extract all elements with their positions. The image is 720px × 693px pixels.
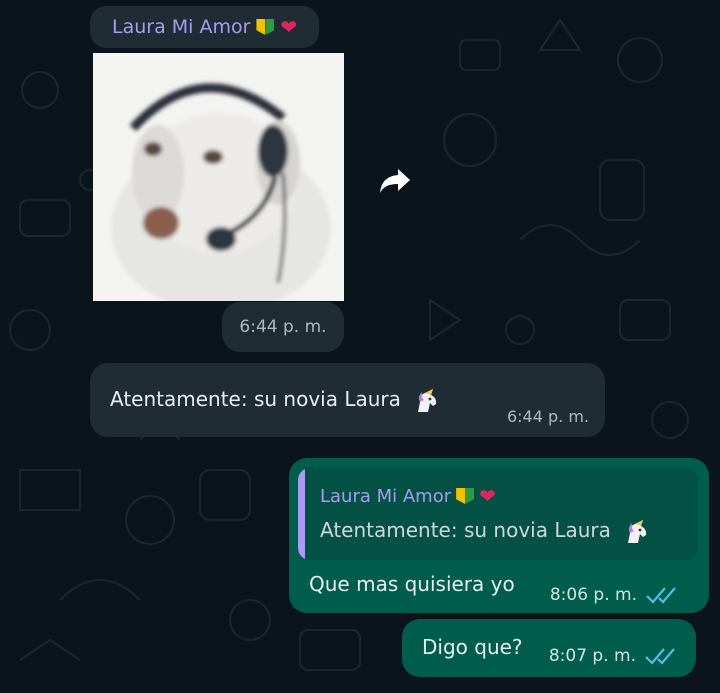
sender-name-label[interactable]: Laura Mi Amor ❤: [90, 6, 320, 48]
unicorn-emoji: [628, 519, 647, 543]
reply-message-text: Que mas quisiera yo: [309, 572, 515, 596]
beginner-emoji: [456, 488, 475, 504]
incoming-message-text: Atentamente: su novia Laura: [110, 387, 401, 411]
incoming-time: 6:44 p. m.: [506, 407, 589, 426]
unicorn-emoji: [418, 388, 437, 412]
reply-meta: 8:06 p. m.: [550, 585, 679, 605]
last-message-time: 8:07 p. m.: [548, 646, 636, 666]
quoted-text: Atentamente: su novia Laura: [320, 518, 649, 545]
last-message-meta: 8:07 p. m.: [549, 646, 678, 666]
incoming-message-bubble[interactable]: Atentamente: su novia Laura 6:44 p. m.: [90, 363, 605, 437]
photo-timestamp: 6:44 p. m.: [222, 302, 344, 352]
heart-emoji: ❤: [479, 484, 496, 508]
forward-icon: [378, 167, 412, 199]
quoted-sender: Laura Mi Amor ❤: [320, 484, 496, 508]
quoted-sender-name: Laura Mi Amor: [320, 485, 452, 507]
quote-accent-bar: [298, 468, 305, 560]
sender-name: Laura Mi Amor: [112, 16, 251, 38]
quoted-message[interactable]: Laura Mi Amor ❤ Atentamente: su novia La…: [298, 468, 698, 560]
beginner-emoji: [256, 19, 275, 35]
outgoing-reply-bubble[interactable]: Laura Mi Amor ❤ Atentamente: su novia La…: [289, 458, 709, 613]
photo-time: 6:44 p. m.: [239, 317, 327, 337]
quoted-text-content: Atentamente: su novia Laura: [320, 518, 611, 542]
outgoing-message-bubble[interactable]: Digo que? 8:07 p. m.: [402, 619, 696, 677]
heart-emoji: ❤: [280, 15, 298, 39]
forward-button[interactable]: [372, 160, 418, 206]
incoming-message: Atentamente: su novia Laura: [110, 387, 439, 414]
double-check-icon: [644, 647, 678, 665]
double-check-icon: [645, 586, 679, 604]
sticker-image[interactable]: [93, 53, 344, 301]
last-message-text: Digo que?: [422, 635, 523, 659]
reply-time: 8:06 p. m.: [549, 585, 637, 605]
